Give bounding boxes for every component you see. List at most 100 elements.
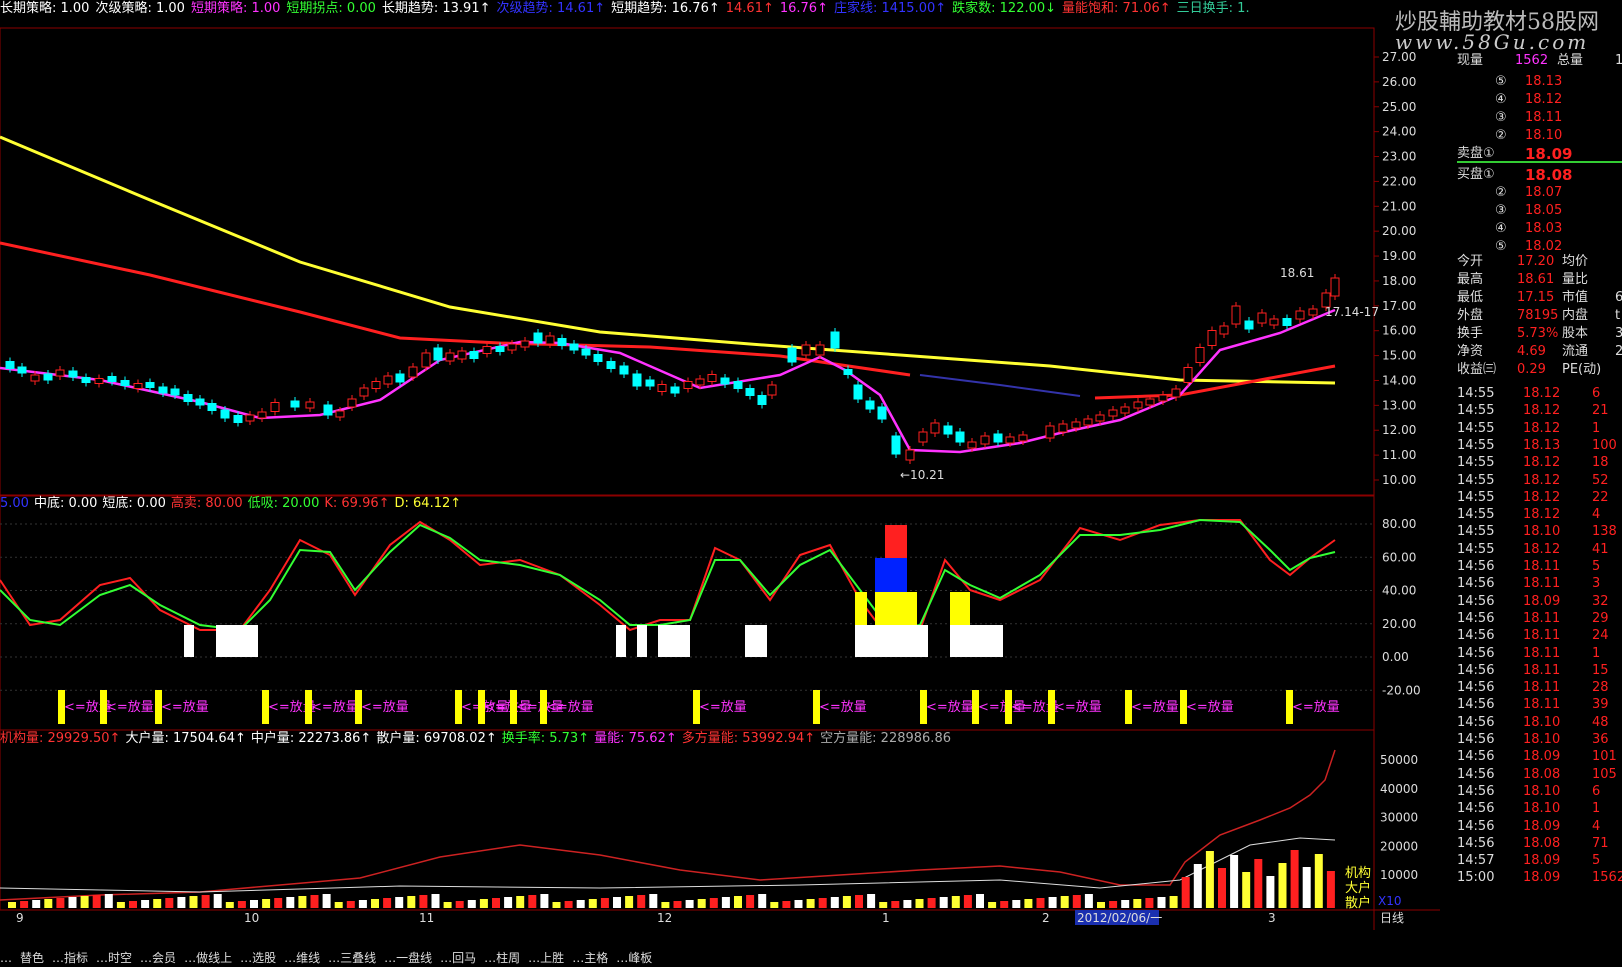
candle[interactable] <box>17 366 27 374</box>
candle[interactable] <box>801 344 811 356</box>
candle[interactable] <box>1071 421 1081 429</box>
candle[interactable] <box>980 435 990 445</box>
candle[interactable] <box>891 435 901 455</box>
candle[interactable] <box>195 398 205 406</box>
bottom-tab-9[interactable]: …一盘线 <box>384 951 432 965</box>
candle[interactable] <box>955 431 965 443</box>
candle[interactable] <box>359 387 369 397</box>
candle[interactable] <box>865 400 875 410</box>
candle[interactable] <box>1145 398 1155 406</box>
candle[interactable] <box>1269 318 1279 326</box>
bottom-tab-13[interactable]: …主格 <box>572 951 608 965</box>
candle[interactable] <box>619 365 629 375</box>
candle[interactable] <box>606 361 616 369</box>
candle[interactable] <box>107 376 117 382</box>
candle[interactable] <box>120 380 130 386</box>
candle[interactable] <box>745 388 755 396</box>
candle[interactable] <box>787 347 797 363</box>
candle[interactable] <box>1158 394 1168 402</box>
candle[interactable] <box>383 375 393 385</box>
candle[interactable] <box>233 415 243 423</box>
candle[interactable] <box>347 398 357 408</box>
candle[interactable] <box>145 382 155 388</box>
candle[interactable] <box>1295 310 1305 320</box>
bottom-tab-8[interactable]: …三叠线 <box>328 951 376 965</box>
candle[interactable] <box>670 386 680 394</box>
bottom-tab-2[interactable]: …指标 <box>52 951 88 965</box>
candle[interactable] <box>843 369 853 375</box>
candle[interactable] <box>158 386 168 394</box>
candle[interactable] <box>645 379 655 387</box>
candle[interactable] <box>335 410 345 418</box>
candle[interactable] <box>581 348 591 356</box>
candle[interactable] <box>305 401 315 409</box>
candle[interactable] <box>632 373 642 387</box>
candle[interactable] <box>482 346 492 354</box>
candle[interactable] <box>757 395 767 405</box>
candle[interactable] <box>993 433 1003 443</box>
candle[interactable] <box>943 425 953 435</box>
candle[interactable] <box>30 374 40 382</box>
candle[interactable] <box>1282 318 1292 326</box>
candle[interactable] <box>270 402 280 412</box>
candle[interactable] <box>1108 409 1118 417</box>
candle[interactable] <box>905 449 915 461</box>
candle[interactable] <box>1095 414 1105 422</box>
candle[interactable] <box>569 343 579 351</box>
candle[interactable] <box>43 373 53 381</box>
candle[interactable] <box>853 384 863 400</box>
candle[interactable] <box>395 373 405 383</box>
candle[interactable] <box>421 352 431 368</box>
candle[interactable] <box>68 370 78 378</box>
candle[interactable] <box>1330 277 1340 297</box>
candle[interactable] <box>220 409 230 419</box>
candle[interactable] <box>1171 388 1181 398</box>
bottom-tab-0[interactable]: … <box>0 951 12 965</box>
candle[interactable] <box>1207 330 1217 346</box>
candle[interactable] <box>967 441 977 449</box>
candle[interactable] <box>408 366 418 378</box>
bottom-tab-10[interactable]: …回马 <box>440 951 476 965</box>
candle[interactable] <box>707 374 717 382</box>
candle[interactable] <box>533 332 543 344</box>
candle[interactable] <box>445 352 455 362</box>
candle[interactable] <box>469 351 479 359</box>
bottom-tab-4[interactable]: …会员 <box>140 951 176 965</box>
candle[interactable] <box>657 384 667 392</box>
candle[interactable] <box>55 369 65 377</box>
candle[interactable] <box>733 381 743 389</box>
candle[interactable] <box>245 414 255 422</box>
candle[interactable] <box>520 340 530 348</box>
candle[interactable] <box>1133 401 1143 409</box>
bottom-tab-6[interactable]: …选股 <box>240 951 276 965</box>
candle[interactable] <box>290 400 300 408</box>
candle[interactable] <box>1005 436 1015 444</box>
candle[interactable] <box>918 431 928 443</box>
period-label[interactable]: 日线 <box>1380 911 1404 925</box>
candle[interactable] <box>1219 325 1229 335</box>
candle[interactable] <box>94 378 104 384</box>
candle[interactable] <box>1257 312 1267 324</box>
candle[interactable] <box>767 384 777 396</box>
candle[interactable] <box>183 394 193 402</box>
candle[interactable] <box>1120 406 1130 414</box>
candle[interactable] <box>1231 305 1241 325</box>
candle[interactable] <box>830 331 840 349</box>
candle[interactable] <box>593 354 603 362</box>
candle[interactable] <box>557 338 567 346</box>
candle[interactable] <box>207 403 217 411</box>
candle[interactable] <box>720 377 730 385</box>
candle[interactable] <box>5 361 15 369</box>
candle[interactable] <box>1083 418 1093 426</box>
bottom-tab-14[interactable]: …峰板 <box>616 951 652 965</box>
candle[interactable] <box>170 388 180 396</box>
candle[interactable] <box>81 377 91 383</box>
stock-chart-canvas[interactable]: 27.0026.0025.0024.0023.0022.0021.0020.00… <box>0 0 1467 967</box>
candle[interactable] <box>371 381 381 389</box>
candle[interactable] <box>1308 308 1318 316</box>
candle[interactable] <box>457 350 467 360</box>
candle[interactable] <box>507 343 517 351</box>
candle[interactable] <box>695 378 705 386</box>
candle[interactable] <box>1244 320 1254 330</box>
candle[interactable] <box>545 335 555 345</box>
